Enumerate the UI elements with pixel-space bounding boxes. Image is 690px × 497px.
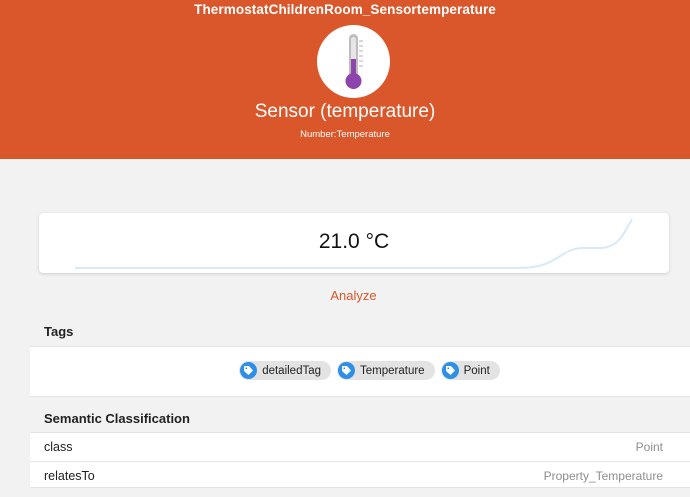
semantic-row-relatesto: relatesTo Property_Temperature (30, 461, 690, 489)
analyze-link[interactable]: Analyze (0, 288, 690, 303)
item-state-value: 21.0 °C (318, 230, 390, 253)
tag-chip-label: detailedTag (262, 364, 322, 377)
tag-chip-temperature[interactable]: Temperature (337, 361, 435, 380)
thermometer-icon (345, 34, 363, 89)
item-label: Sensor (temperature) (254, 101, 436, 122)
tags-title: Tags (44, 324, 74, 339)
tag-icon (441, 362, 459, 379)
semantic-value: Property_Temperature (543, 469, 663, 483)
semantic-key: class (44, 440, 73, 454)
item-state-card[interactable]: 21.0 °C (39, 213, 669, 273)
tag-icon (338, 362, 356, 379)
tag-chip-label: Point (463, 364, 490, 377)
tag-chip-point[interactable]: Point (440, 361, 500, 380)
item-header: ThermostatChildrenRoom_Sensortemperature… (0, 0, 690, 159)
tag-chip-detailedtag[interactable]: detailedTag (239, 361, 332, 380)
tags-panel: detailedTag Temperature Point (30, 346, 690, 397)
semantic-title: Semantic Classification (44, 411, 190, 426)
semantic-value: Point (635, 440, 663, 454)
tag-chips: detailedTag Temperature Point (30, 361, 690, 380)
semantic-list: class Point relatesTo Property_Temperatu… (30, 432, 690, 488)
semantic-key: relatesTo (44, 469, 95, 483)
item-name: ThermostatChildrenRoom_Sensortemperature (194, 2, 496, 17)
semantic-row-class: class Point (30, 433, 690, 461)
tag-chip-label: Temperature (360, 364, 425, 377)
tag-icon (240, 362, 258, 379)
item-icon-circle (317, 25, 390, 98)
item-type: Number:Temperature (300, 129, 390, 140)
